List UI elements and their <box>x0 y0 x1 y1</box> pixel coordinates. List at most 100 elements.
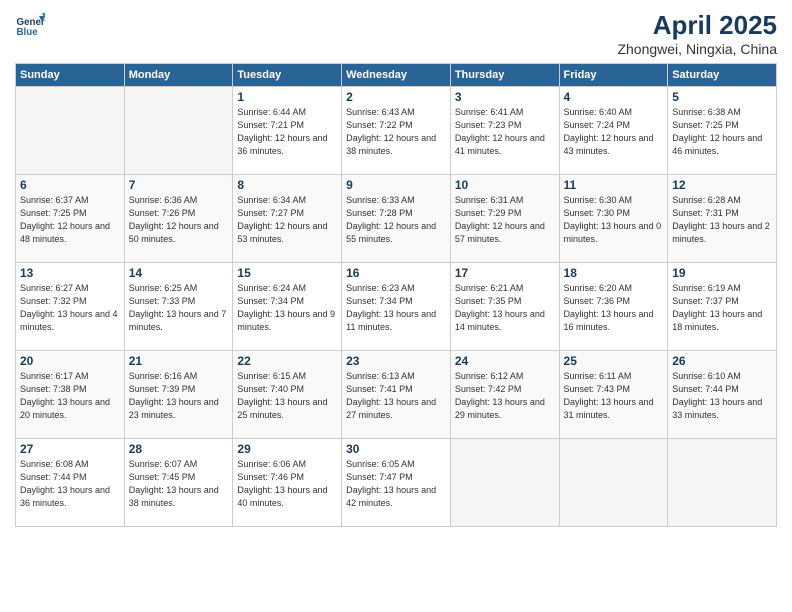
subtitle: Zhongwei, Ningxia, China <box>617 41 777 57</box>
day-cell: 15 Sunrise: 6:24 AM Sunset: 7:34 PM Dayli… <box>233 263 342 351</box>
day-cell: 9 Sunrise: 6:33 AM Sunset: 7:28 PM Daylig… <box>342 175 451 263</box>
day-info: Sunrise: 6:33 AM Sunset: 7:28 PM Dayligh… <box>346 194 446 246</box>
day-info: Sunrise: 6:19 AM Sunset: 7:37 PM Dayligh… <box>672 282 772 334</box>
day-cell: 17Sunrise: 6:21 AM Sunset: 7:35 PM Dayli… <box>450 263 559 351</box>
day-cell: 4 Sunrise: 6:40 AM Sunset: 7:24 PM Daylig… <box>559 87 668 175</box>
col-tuesday: Tuesday <box>233 64 342 87</box>
title-block: April 2025 Zhongwei, Ningxia, China <box>617 10 777 57</box>
day-number: 20 <box>20 354 120 368</box>
day-info: Sunrise: 6:08 AM Sunset: 7:44 PM Dayligh… <box>20 458 120 510</box>
day-number: 2 <box>346 90 446 104</box>
day-cell: 11 Sunrise: 6:30 AM Sunset: 7:30 PM Dayli… <box>559 175 668 263</box>
day-cell: 19 Sunrise: 6:19 AM Sunset: 7:37 PM Dayli… <box>668 263 777 351</box>
day-number: 28 <box>129 442 229 456</box>
day-info: Sunrise: 6:05 AM Sunset: 7:47 PM Dayligh… <box>346 458 446 510</box>
day-number: 5 <box>672 90 772 104</box>
day-number: 13 <box>20 266 120 280</box>
week-row-1: 1 Sunrise: 6:44 AM Sunset: 7:21 PM Daylig… <box>16 87 777 175</box>
day-number: 30 <box>346 442 446 456</box>
day-cell: 24 Sunrise: 6:12 AM Sunset: 7:42 PM Dayli… <box>450 351 559 439</box>
calendar: Sunday Monday Tuesday Wednesday Thursday… <box>15 63 777 527</box>
day-info: Sunrise: 6:12 AM Sunset: 7:42 PM Dayligh… <box>455 370 555 422</box>
day-cell <box>124 87 233 175</box>
day-info: Sunrise: 6:16 AM Sunset: 7:39 PM Dayligh… <box>129 370 229 422</box>
day-number: 3 <box>455 90 555 104</box>
day-info: Sunrise: 6:28 AM Sunset: 7:31 PM Dayligh… <box>672 194 772 246</box>
day-number: 10 <box>455 178 555 192</box>
day-cell: 8 Sunrise: 6:34 AM Sunset: 7:27 PM Daylig… <box>233 175 342 263</box>
day-info: Sunrise: 6:06 AM Sunset: 7:46 PM Dayligh… <box>237 458 337 510</box>
day-cell: 1 Sunrise: 6:44 AM Sunset: 7:21 PM Daylig… <box>233 87 342 175</box>
logo: General Blue <box>15 10 45 40</box>
logo-icon: General Blue <box>15 10 45 40</box>
day-info: Sunrise: 6:25 AM Sunset: 7:33 PM Dayligh… <box>129 282 229 334</box>
day-number: 23 <box>346 354 446 368</box>
day-number: 17 <box>455 266 555 280</box>
col-wednesday: Wednesday <box>342 64 451 87</box>
day-cell: 20Sunrise: 6:17 AM Sunset: 7:38 PM Dayli… <box>16 351 125 439</box>
header: General Blue April 2025 Zhongwei, Ningxi… <box>15 10 777 57</box>
page: General Blue April 2025 Zhongwei, Ningxi… <box>0 0 792 612</box>
day-number: 11 <box>564 178 664 192</box>
day-number: 14 <box>129 266 229 280</box>
day-info: Sunrise: 6:44 AM Sunset: 7:21 PM Dayligh… <box>237 106 337 158</box>
col-sunday: Sunday <box>16 64 125 87</box>
day-info: Sunrise: 6:43 AM Sunset: 7:22 PM Dayligh… <box>346 106 446 158</box>
day-info: Sunrise: 6:38 AM Sunset: 7:25 PM Dayligh… <box>672 106 772 158</box>
day-number: 9 <box>346 178 446 192</box>
day-number: 6 <box>20 178 120 192</box>
day-number: 22 <box>237 354 337 368</box>
day-cell: 13 Sunrise: 6:27 AM Sunset: 7:32 PM Dayli… <box>16 263 125 351</box>
day-number: 7 <box>129 178 229 192</box>
day-info: Sunrise: 6:30 AM Sunset: 7:30 PM Dayligh… <box>564 194 664 246</box>
day-number: 1 <box>237 90 337 104</box>
day-cell <box>450 439 559 527</box>
day-info: Sunrise: 6:27 AM Sunset: 7:32 PM Dayligh… <box>20 282 120 334</box>
day-cell: 30 Sunrise: 6:05 AM Sunset: 7:47 PM Dayli… <box>342 439 451 527</box>
day-number: 26 <box>672 354 772 368</box>
day-number: 25 <box>564 354 664 368</box>
main-title: April 2025 <box>617 10 777 41</box>
day-info: Sunrise: 6:40 AM Sunset: 7:24 PM Dayligh… <box>564 106 664 158</box>
day-cell: 5 Sunrise: 6:38 AM Sunset: 7:25 PM Daylig… <box>668 87 777 175</box>
day-cell: 26 Sunrise: 6:10 AM Sunset: 7:44 PM Dayli… <box>668 351 777 439</box>
day-info: Sunrise: 6:34 AM Sunset: 7:27 PM Dayligh… <box>237 194 337 246</box>
day-cell <box>16 87 125 175</box>
day-cell: 3Sunrise: 6:41 AM Sunset: 7:23 PM Daylig… <box>450 87 559 175</box>
day-cell: 7 Sunrise: 6:36 AM Sunset: 7:26 PM Daylig… <box>124 175 233 263</box>
week-row-3: 13 Sunrise: 6:27 AM Sunset: 7:32 PM Dayli… <box>16 263 777 351</box>
week-row-5: 27Sunrise: 6:08 AM Sunset: 7:44 PM Dayli… <box>16 439 777 527</box>
day-number: 24 <box>455 354 555 368</box>
col-saturday: Saturday <box>668 64 777 87</box>
day-number: 16 <box>346 266 446 280</box>
day-number: 19 <box>672 266 772 280</box>
day-info: Sunrise: 6:10 AM Sunset: 7:44 PM Dayligh… <box>672 370 772 422</box>
day-info: Sunrise: 6:37 AM Sunset: 7:25 PM Dayligh… <box>20 194 120 246</box>
day-cell: 28Sunrise: 6:07 AM Sunset: 7:45 PM Dayli… <box>124 439 233 527</box>
day-cell: 29Sunrise: 6:06 AM Sunset: 7:46 PM Dayli… <box>233 439 342 527</box>
day-cell: 27Sunrise: 6:08 AM Sunset: 7:44 PM Dayli… <box>16 439 125 527</box>
col-monday: Monday <box>124 64 233 87</box>
day-cell: 22 Sunrise: 6:15 AM Sunset: 7:40 PM Dayli… <box>233 351 342 439</box>
day-cell: 18Sunrise: 6:20 AM Sunset: 7:36 PM Dayli… <box>559 263 668 351</box>
day-cell <box>559 439 668 527</box>
calendar-header-row: Sunday Monday Tuesday Wednesday Thursday… <box>16 64 777 87</box>
day-number: 18 <box>564 266 664 280</box>
day-number: 15 <box>237 266 337 280</box>
day-info: Sunrise: 6:24 AM Sunset: 7:34 PM Dayligh… <box>237 282 337 334</box>
day-number: 21 <box>129 354 229 368</box>
day-info: Sunrise: 6:15 AM Sunset: 7:40 PM Dayligh… <box>237 370 337 422</box>
week-row-2: 6 Sunrise: 6:37 AM Sunset: 7:25 PM Daylig… <box>16 175 777 263</box>
day-cell: 6 Sunrise: 6:37 AM Sunset: 7:25 PM Daylig… <box>16 175 125 263</box>
day-number: 12 <box>672 178 772 192</box>
day-info: Sunrise: 6:31 AM Sunset: 7:29 PM Dayligh… <box>455 194 555 246</box>
day-cell: 12 Sunrise: 6:28 AM Sunset: 7:31 PM Dayli… <box>668 175 777 263</box>
day-number: 8 <box>237 178 337 192</box>
day-info: Sunrise: 6:23 AM Sunset: 7:34 PM Dayligh… <box>346 282 446 334</box>
day-cell: 21 Sunrise: 6:16 AM Sunset: 7:39 PM Dayli… <box>124 351 233 439</box>
day-info: Sunrise: 6:36 AM Sunset: 7:26 PM Dayligh… <box>129 194 229 246</box>
day-cell: 25Sunrise: 6:11 AM Sunset: 7:43 PM Dayli… <box>559 351 668 439</box>
day-number: 4 <box>564 90 664 104</box>
svg-text:Blue: Blue <box>17 27 39 38</box>
day-cell: 23Sunrise: 6:13 AM Sunset: 7:41 PM Dayli… <box>342 351 451 439</box>
